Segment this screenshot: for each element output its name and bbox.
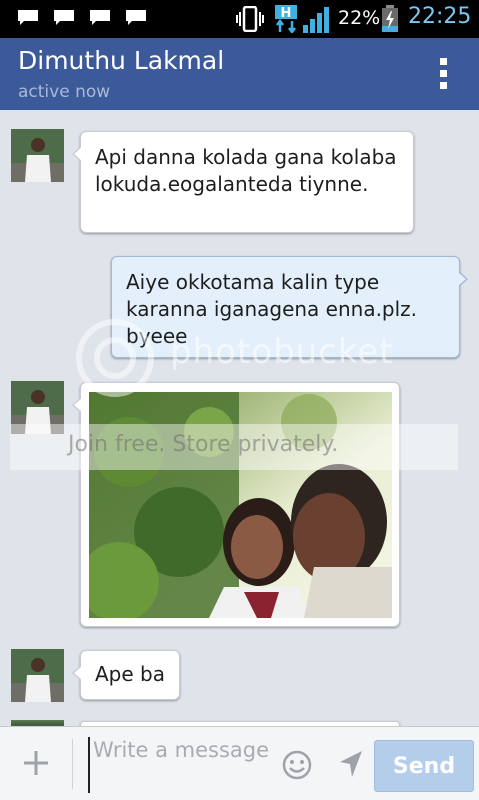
message-input[interactable] <box>88 737 273 793</box>
plus-icon <box>24 751 48 775</box>
message-bubble[interactable]: Ape ba <box>72 650 180 700</box>
menu-dot-icon <box>439 82 447 89</box>
battery-icon <box>381 5 399 37</box>
contact-status: active now <box>18 82 111 102</box>
location-button[interactable] <box>338 749 364 783</box>
smiley-icon <box>282 750 312 780</box>
battery-percent: 22% <box>338 7 381 29</box>
send-button[interactable]: Send <box>374 740 474 792</box>
overflow-menu-button[interactable] <box>437 58 449 92</box>
message-bubble[interactable]: Aiye okkotama kalin type karanna iganage… <box>111 256 468 358</box>
watermark-band-text: Join free. Store privately. <box>68 432 339 457</box>
menu-dot-icon <box>439 70 447 77</box>
chat-notification-icon <box>18 10 38 25</box>
composer-divider <box>72 739 73 789</box>
data-network-icon: H <box>275 5 299 37</box>
chat-notification-icon <box>126 10 146 25</box>
photo-message-bubble[interactable] <box>72 382 400 627</box>
chat-notification-icon <box>54 10 74 25</box>
message-bubble[interactable]: Api danna kolada gana kolaba lokuda.eoga… <box>72 131 414 233</box>
message-text: Ape ba <box>95 662 165 686</box>
vibrate-icon <box>236 5 264 36</box>
clock: 22:25 <box>408 4 472 29</box>
menu-dot-icon <box>439 58 447 65</box>
location-arrow-icon <box>340 751 362 777</box>
avatar[interactable] <box>11 129 64 182</box>
status-bar: H 22% 22:25 <box>0 0 479 38</box>
contact-name[interactable]: Dimuthu Lakmal <box>18 46 224 75</box>
message-composer: Send <box>0 726 479 800</box>
message-text: Api danna kolada gana kolaba lokuda.eoga… <box>95 145 397 196</box>
add-attachment-button[interactable] <box>22 749 50 777</box>
signal-strength-icon <box>303 6 333 38</box>
avatar[interactable] <box>11 649 64 702</box>
message-text: Aiye okkotama kalin type karanna iganage… <box>126 270 418 348</box>
svg-text:H: H <box>281 6 292 21</box>
chat-notification-icon <box>90 10 110 25</box>
watermark-band: Join free. Store privately. <box>10 424 458 470</box>
conversation-header: Dimuthu Lakmal active now <box>0 38 479 110</box>
emoji-button[interactable] <box>281 749 313 785</box>
